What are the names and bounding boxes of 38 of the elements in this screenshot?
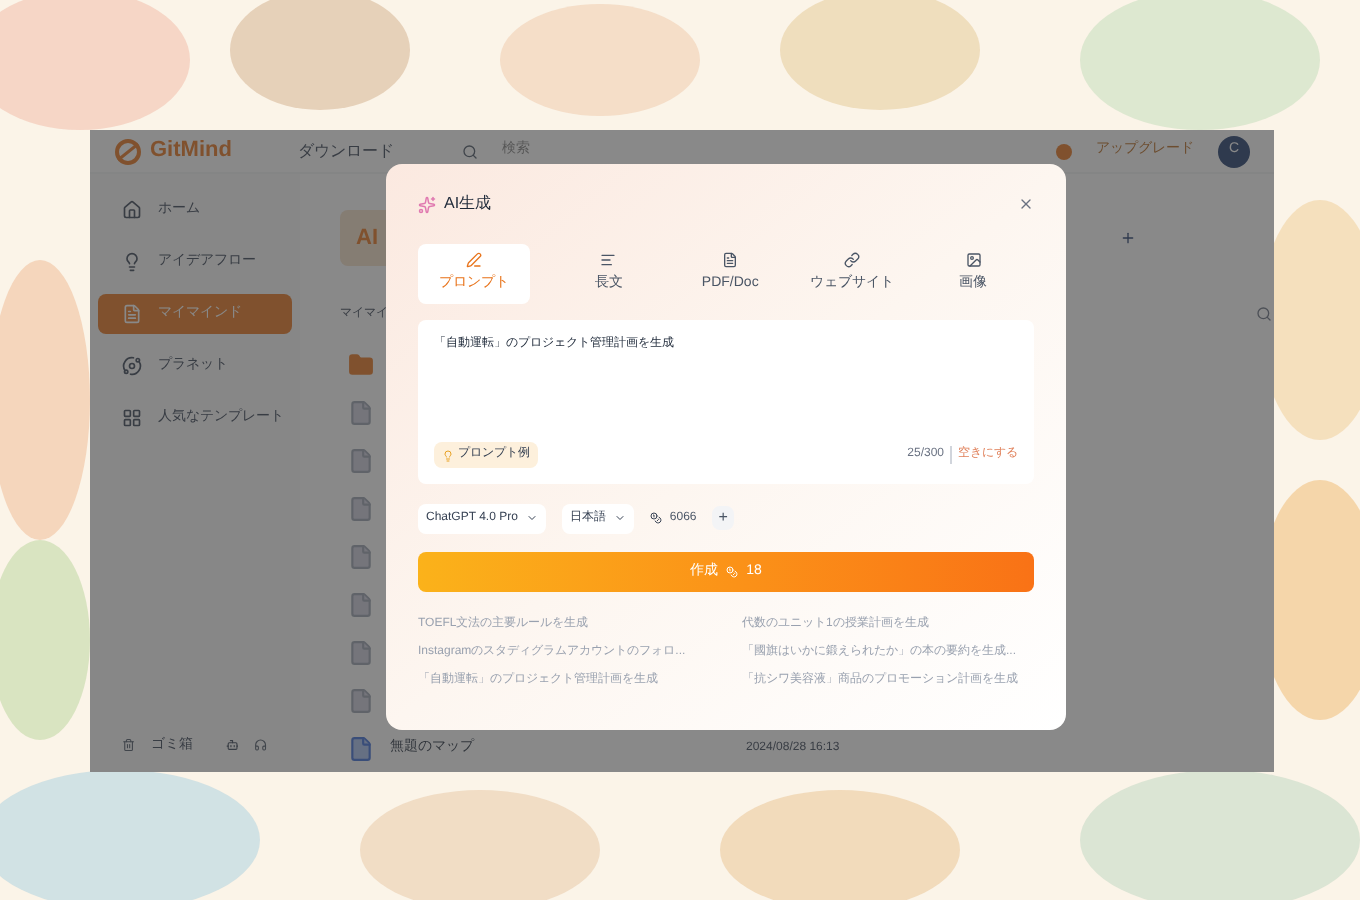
file-icon[interactable] (348, 736, 374, 762)
coin-icon (726, 566, 739, 578)
nav-icon (122, 252, 142, 272)
tab-icon (965, 252, 982, 269)
chevron-icon (613, 512, 626, 524)
app-logo: GitMind (150, 136, 232, 167)
tab-icon (600, 252, 617, 269)
trash-icon (122, 736, 136, 755)
add-icon[interactable] (1120, 230, 1136, 246)
search-icon[interactable] (1256, 306, 1272, 322)
file-icon[interactable] (348, 544, 374, 570)
close-icon[interactable] (1018, 196, 1034, 212)
bulb-icon (442, 449, 454, 461)
nav-icon (122, 304, 142, 324)
file-icon[interactable] (348, 592, 374, 618)
dialog-title: AI生成 (444, 192, 492, 216)
folder-icon[interactable] (348, 352, 374, 378)
tab-icon (466, 252, 482, 269)
coin-icon (1056, 143, 1072, 159)
coin-icon (649, 512, 662, 524)
nav-icon (122, 408, 142, 428)
sparkle-icon (418, 195, 436, 213)
nav-icon (122, 200, 142, 220)
file-icon[interactable] (348, 496, 374, 522)
file-icon[interactable] (348, 640, 374, 666)
file-icon[interactable] (348, 400, 374, 426)
chevron-icon (525, 512, 538, 524)
file-icon[interactable] (348, 688, 374, 714)
logo-icon (114, 137, 142, 165)
tab-icon (843, 252, 860, 269)
search-icon (462, 143, 478, 159)
download-link[interactable]: ダウンロード (298, 139, 438, 163)
headphones-icon[interactable] (254, 736, 268, 755)
add-credits-button[interactable]: + (712, 506, 734, 530)
tab-icon (722, 252, 739, 269)
nav-icon (122, 356, 142, 376)
bot-icon[interactable] (225, 736, 239, 755)
file-icon[interactable] (348, 448, 374, 474)
